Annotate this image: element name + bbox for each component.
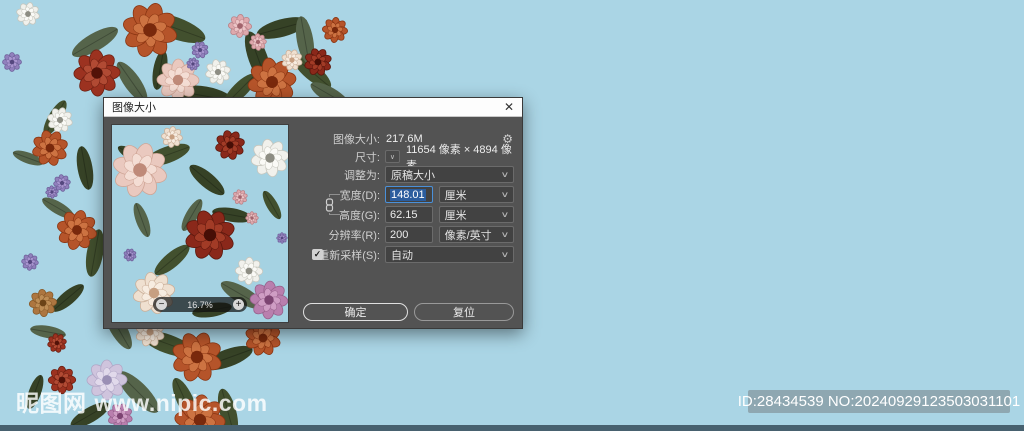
dialog-titlebar[interactable]: 图像大小 ✕ [104,98,522,117]
watermark: 昵图网 www.nipic.com [16,384,268,418]
fit-to-select[interactable]: 原稿大小 ∨ [385,166,514,183]
height-row: 高度(G): 62.15 厘米 ∨ [299,206,514,223]
resolution-label: 分辨率(R): [328,229,380,242]
height-unit-value: 厘米 [444,209,467,222]
desktop: 昵图网 www.nipic.com ID:28434539 NO:20240929… [0,0,1024,431]
resample-label: 重新采样(S): [318,249,380,262]
width-value: 148.01 [390,188,426,201]
dimensions-label: 尺寸: [354,151,380,164]
chevron-down-icon: ∨ [500,210,510,219]
zoom-out-button[interactable]: − [156,299,167,310]
image-size-label: 图像大小: [332,133,380,146]
dialog-body: − 16.7% + 图像大小: 217.6M ⚙ 尺寸: ∨ 11654 像素 … [104,118,522,328]
fit-to-row: 调整为: 原稿大小 ∨ [299,166,514,183]
width-label: 宽度(D): [339,189,380,202]
fit-to-value: 原稿大小 [391,169,435,182]
image-size-dialog: 图像大小 ✕ − 16.7% + 图像大小: 217.6M ⚙ 尺寸: ∨ 11… [103,97,523,329]
dimensions-unit-dropdown[interactable]: ∨ [385,150,400,163]
height-input[interactable]: 62.15 [385,206,433,223]
width-unit-select[interactable]: 厘米 ∨ [438,186,514,203]
id-badge: ID:28434539 NO:20240929123503031101 [738,390,1020,413]
resolution-unit-value: 像素/英寸 [444,229,492,242]
chevron-down-icon: ∨ [500,170,510,179]
width-unit-value: 厘米 [444,189,467,202]
resample-value: 自动 [391,249,413,262]
chevron-down-icon: ∨ [500,190,510,199]
height-label: 高度(G): [339,209,380,222]
width-input[interactable]: 148.01 [385,186,433,203]
height-value: 62.15 [390,208,418,221]
resolution-row: 分辨率(R): 200 像素/英寸 ∨ [299,226,514,243]
preview-zoom-level: 16.7% [187,299,213,310]
resolution-input[interactable]: 200 [385,226,433,243]
ok-button[interactable]: 确定 [303,303,408,321]
dimensions-row: 尺寸: ∨ 11654 像素 × 4894 像素 [299,144,514,172]
preview-image [112,125,288,322]
chevron-down-icon: ∨ [500,250,510,259]
dialog-controls: 图像大小: 217.6M ⚙ 尺寸: ∨ 11654 像素 × 4894 像素 … [299,125,514,321]
chevron-down-icon: ∨ [389,153,396,161]
bottom-strip [0,425,1024,431]
width-row: 宽度(D): 148.01 厘米 ∨ [299,186,514,203]
height-unit-select[interactable]: 厘米 ∨ [438,206,514,223]
watermark-site-name: 昵图网 [16,390,87,416]
preview-zoom-bar: − 16.7% + [153,297,247,312]
close-icon[interactable]: ✕ [504,101,514,113]
resolution-value: 200 [390,228,409,241]
dialog-title: 图像大小 [112,102,156,114]
resample-row: 重新采样(S): 自动 ∨ [299,246,514,263]
image-preview[interactable]: − 16.7% + [111,124,289,323]
chevron-down-icon: ∨ [500,230,510,239]
watermark-site-url: www.nipic.com [94,390,268,416]
zoom-in-button[interactable]: + [233,299,244,310]
resample-select[interactable]: 自动 ∨ [385,246,514,263]
resolution-unit-select[interactable]: 像素/英寸 ∨ [438,226,514,243]
fit-to-label: 调整为: [343,169,380,182]
reset-button[interactable]: 复位 [414,303,514,321]
